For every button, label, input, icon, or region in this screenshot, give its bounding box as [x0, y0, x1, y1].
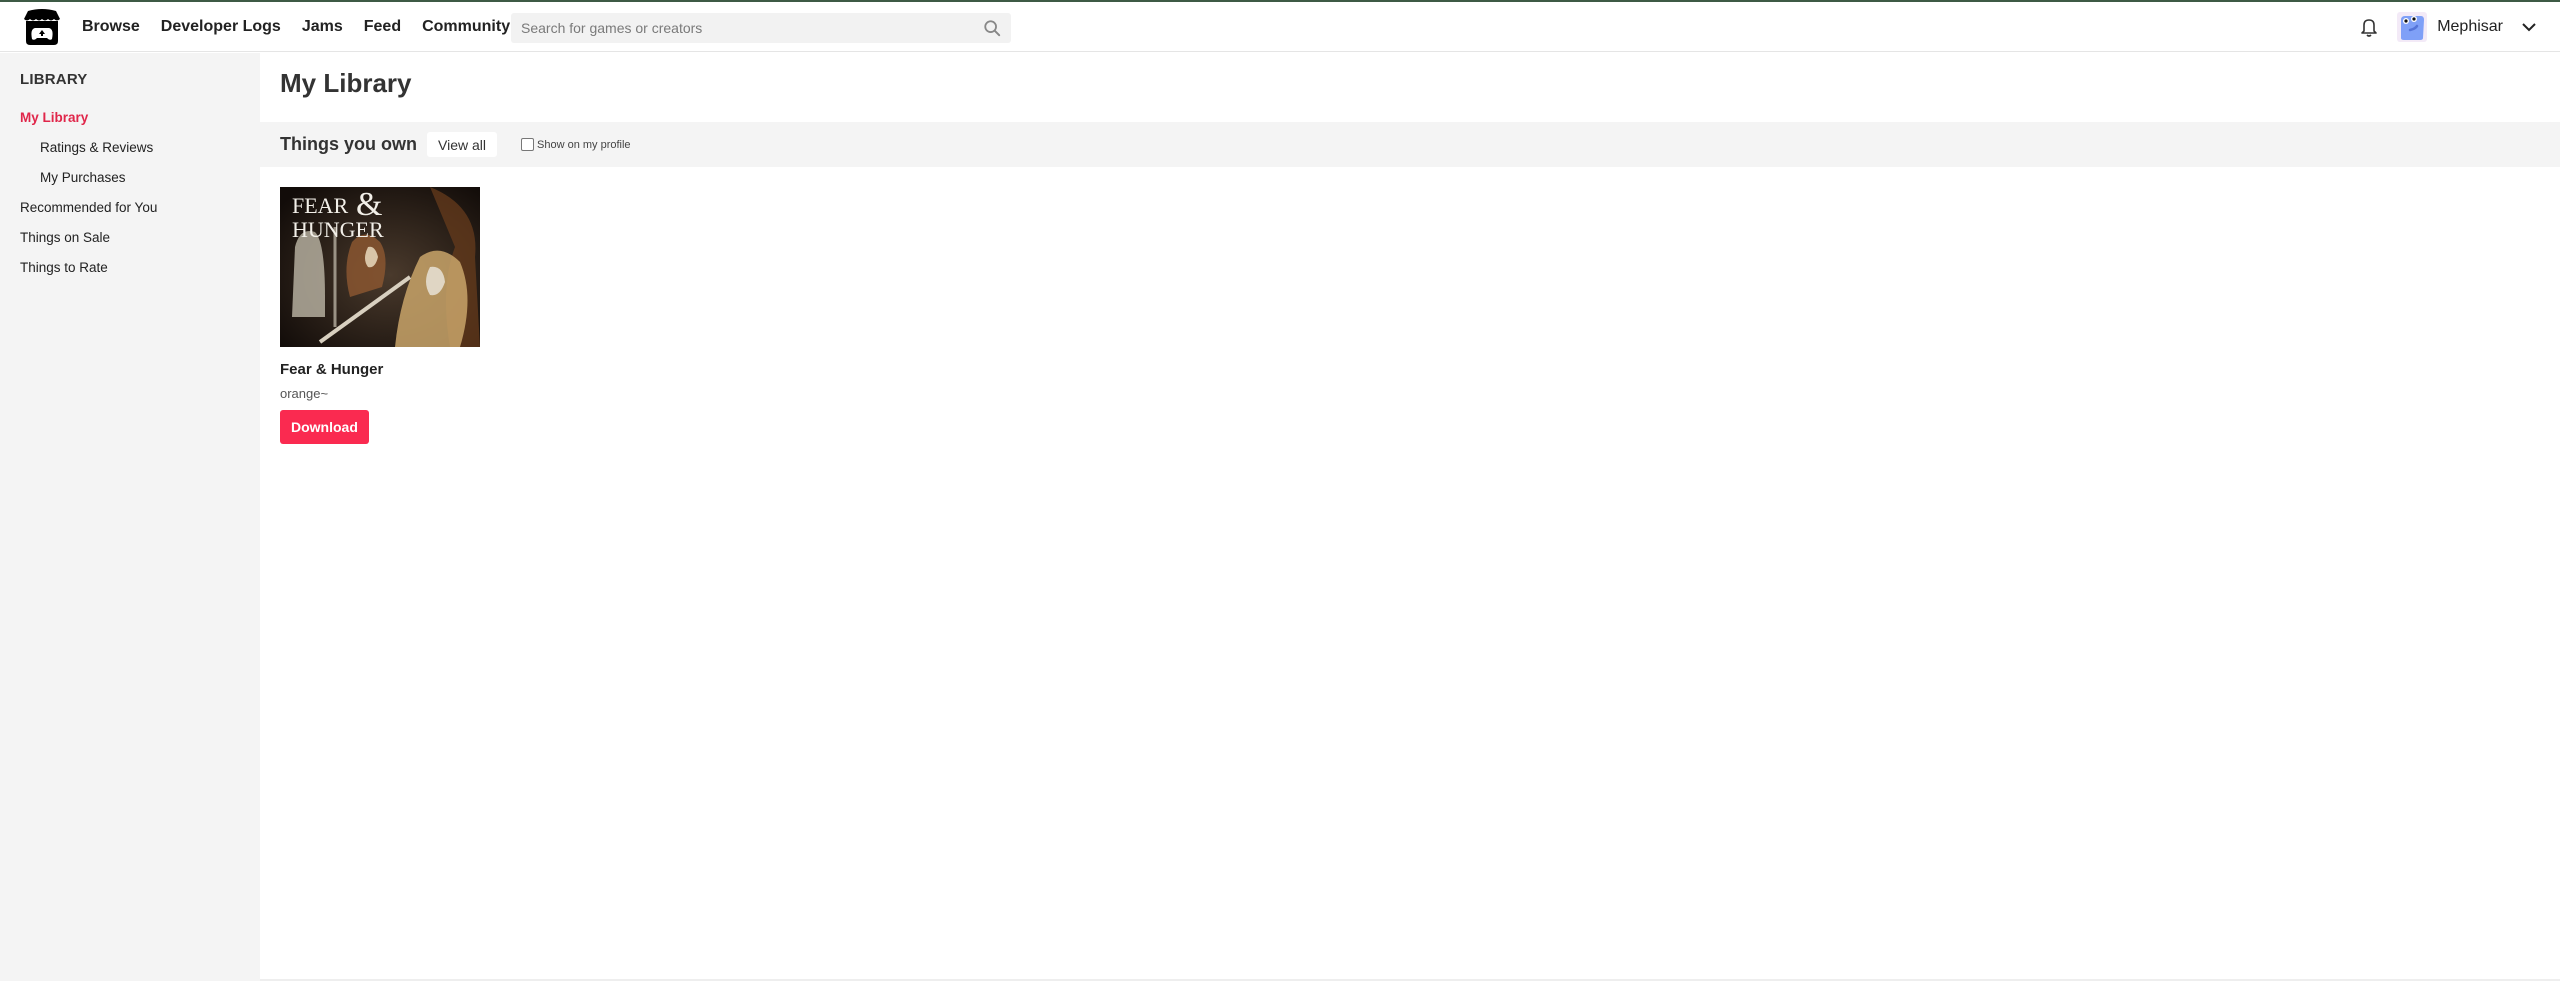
- download-button[interactable]: Download: [280, 410, 369, 444]
- sidebar-item-ratings-reviews[interactable]: Ratings & Reviews: [20, 133, 157, 163]
- sidebar-title: LIBRARY: [20, 71, 88, 88]
- sidebar: LIBRARY My Library Ratings & Reviews My …: [0, 53, 260, 981]
- game-cover-image[interactable]: FEAR & HUNGER: [280, 187, 480, 347]
- avatar[interactable]: [2397, 12, 2428, 42]
- section-title: Things you own: [280, 134, 417, 154]
- game-cell: FEAR & HUNGER Fear & Hunger orange~ Down…: [280, 187, 480, 444]
- sidebar-item-things-to-rate[interactable]: Things to Rate: [20, 253, 157, 283]
- show-on-profile-checkbox[interactable]: [521, 138, 534, 151]
- sidebar-item-recommended[interactable]: Recommended for You: [20, 193, 157, 223]
- main-nav: Browse Developer Logs Jams Feed Communit…: [82, 2, 531, 52]
- sidebar-list: My Library Ratings & Reviews My Purchase…: [20, 103, 157, 283]
- search-box: [511, 13, 1011, 43]
- show-on-profile-toggle[interactable]: Show on my profile: [521, 138, 631, 151]
- nav-community[interactable]: Community: [422, 18, 510, 36]
- game-title[interactable]: Fear & Hunger: [280, 361, 480, 378]
- itchio-logo-icon[interactable]: [22, 7, 62, 47]
- nav-browse[interactable]: Browse: [82, 18, 140, 36]
- main-content: My Library Things you own View all Show …: [260, 53, 2560, 979]
- show-on-profile-label: Show on my profile: [537, 138, 631, 151]
- chevron-down-icon[interactable]: [2520, 18, 2538, 36]
- nav-feed[interactable]: Feed: [364, 18, 401, 36]
- nav-jams[interactable]: Jams: [302, 18, 343, 36]
- page-title: My Library: [280, 68, 412, 98]
- cover-title-line1: FEAR: [292, 193, 349, 218]
- username[interactable]: Mephisar: [2437, 18, 2503, 36]
- view-all-button[interactable]: View all: [427, 132, 497, 157]
- search-icon[interactable]: [977, 13, 1007, 43]
- sidebar-item-my-purchases[interactable]: My Purchases: [20, 163, 157, 193]
- search-input[interactable]: [511, 13, 977, 43]
- user-area: Mephisar: [2358, 2, 2560, 52]
- top-header: Browse Developer Logs Jams Feed Communit…: [0, 2, 2560, 52]
- cover-title-line2: HUNGER: [292, 217, 384, 242]
- bell-icon[interactable]: [2358, 16, 2380, 38]
- section-header: Things you own View all Show on my profi…: [260, 122, 2560, 167]
- game-author[interactable]: orange~: [280, 386, 480, 401]
- nav-developer-logs[interactable]: Developer Logs: [161, 18, 281, 36]
- sidebar-item-things-on-sale[interactable]: Things on Sale: [20, 223, 157, 253]
- sidebar-item-my-library[interactable]: My Library: [20, 103, 157, 133]
